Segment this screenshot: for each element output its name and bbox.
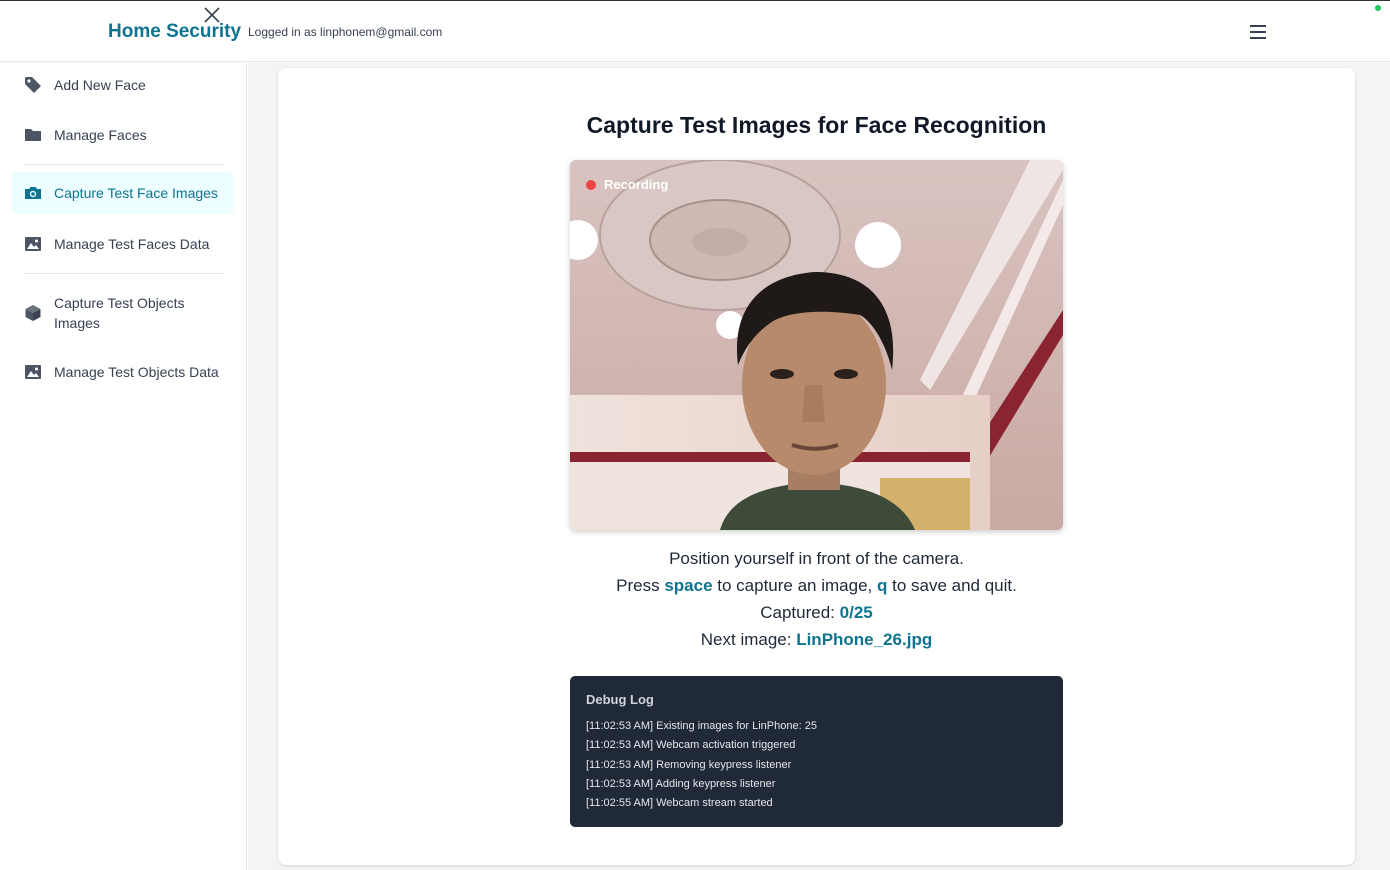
captured-count: Captured: 0/25 [278, 603, 1355, 623]
captured-value: 0/25 [839, 603, 873, 622]
sidebar-item-manage-test-objects-data[interactable]: Manage Test Objects Data [12, 360, 234, 384]
tag-icon [25, 77, 41, 93]
sidebar-item-capture-test-objects-images[interactable]: Capture Test Objects Images [12, 291, 234, 335]
instruction-press: Press [616, 576, 660, 595]
sidebar: Add New Face Manage Faces Capture Test F… [0, 63, 247, 870]
space-key-hint: space [664, 576, 713, 595]
sidebar-divider [24, 164, 224, 165]
sidebar-item-label: Capture Test Objects Images [54, 295, 185, 331]
webcam-feed: Recording [570, 160, 1063, 530]
menu-icon[interactable] [1248, 24, 1270, 40]
webcam-image [570, 160, 1063, 530]
camera-icon [25, 187, 41, 199]
sidebar-item-label: Capture Test Face Images [54, 185, 218, 201]
recording-indicator: Recording [586, 177, 668, 192]
main-content: Capture Test Images for Face Recognition [248, 63, 1390, 870]
sidebar-item-label: Manage Test Objects Data [54, 364, 219, 380]
debug-log-line: [11:02:53 AM] Webcam activation triggere… [586, 739, 796, 752]
debug-log: Debug Log [11:02:53 AM] Existing images … [570, 676, 1063, 827]
debug-log-line: [11:02:53 AM] Removing keypress listener [586, 758, 792, 771]
cube-icon [25, 305, 41, 321]
status-indicator [1375, 5, 1381, 11]
sidebar-item-capture-test-face-images[interactable]: Capture Test Face Images [12, 172, 234, 214]
q-key-hint: q [876, 576, 888, 595]
sidebar-item-add-new-face[interactable]: Add New Face [12, 73, 234, 97]
folder-icon [25, 129, 41, 141]
capture-card: Capture Test Images for Face Recognition [278, 68, 1355, 865]
instruction-line2: Press space to capture an image, q to sa… [278, 576, 1355, 596]
sidebar-item-label: Manage Test Faces Data [54, 236, 210, 252]
app-brand[interactable]: Home Security [108, 21, 241, 43]
instruction-save: to save and quit. [892, 576, 1017, 595]
debug-log-line: [11:02:55 AM] Webcam stream started [586, 797, 773, 810]
sidebar-divider [24, 273, 224, 274]
recording-label: Recording [604, 177, 669, 192]
debug-log-title: Debug Log [586, 692, 654, 707]
image-icon [25, 237, 41, 251]
next-image-value: LinPhone_26.jpg [796, 630, 933, 649]
captured-label: Captured: [760, 603, 835, 622]
logged-in-status: Logged in as linphonem@gmail.com [248, 25, 443, 39]
next-image: Next image: LinPhone_26.jpg [278, 630, 1355, 650]
next-image-label: Next image: [700, 630, 792, 649]
sidebar-item-manage-test-faces-data[interactable]: Manage Test Faces Data [12, 232, 234, 256]
sidebar-item-label: Manage Faces [54, 127, 147, 143]
debug-log-line: [11:02:53 AM] Existing images for LinPho… [586, 720, 817, 732]
sidebar-item-label: Add New Face [54, 77, 146, 93]
debug-log-line: [11:02:53 AM] Adding keypress listener [586, 777, 776, 790]
instruction-capture: to capture an image, [717, 576, 873, 595]
top-bar: Home Security Logged in as linphonem@gma… [0, 0, 1390, 62]
recording-dot-icon [586, 179, 596, 190]
image-icon [25, 365, 41, 379]
sidebar-item-manage-faces[interactable]: Manage Faces [12, 123, 234, 147]
page-title: Capture Test Images for Face Recognition [586, 112, 1047, 138]
instruction-line1: Position yourself in front of the camera… [669, 549, 964, 568]
